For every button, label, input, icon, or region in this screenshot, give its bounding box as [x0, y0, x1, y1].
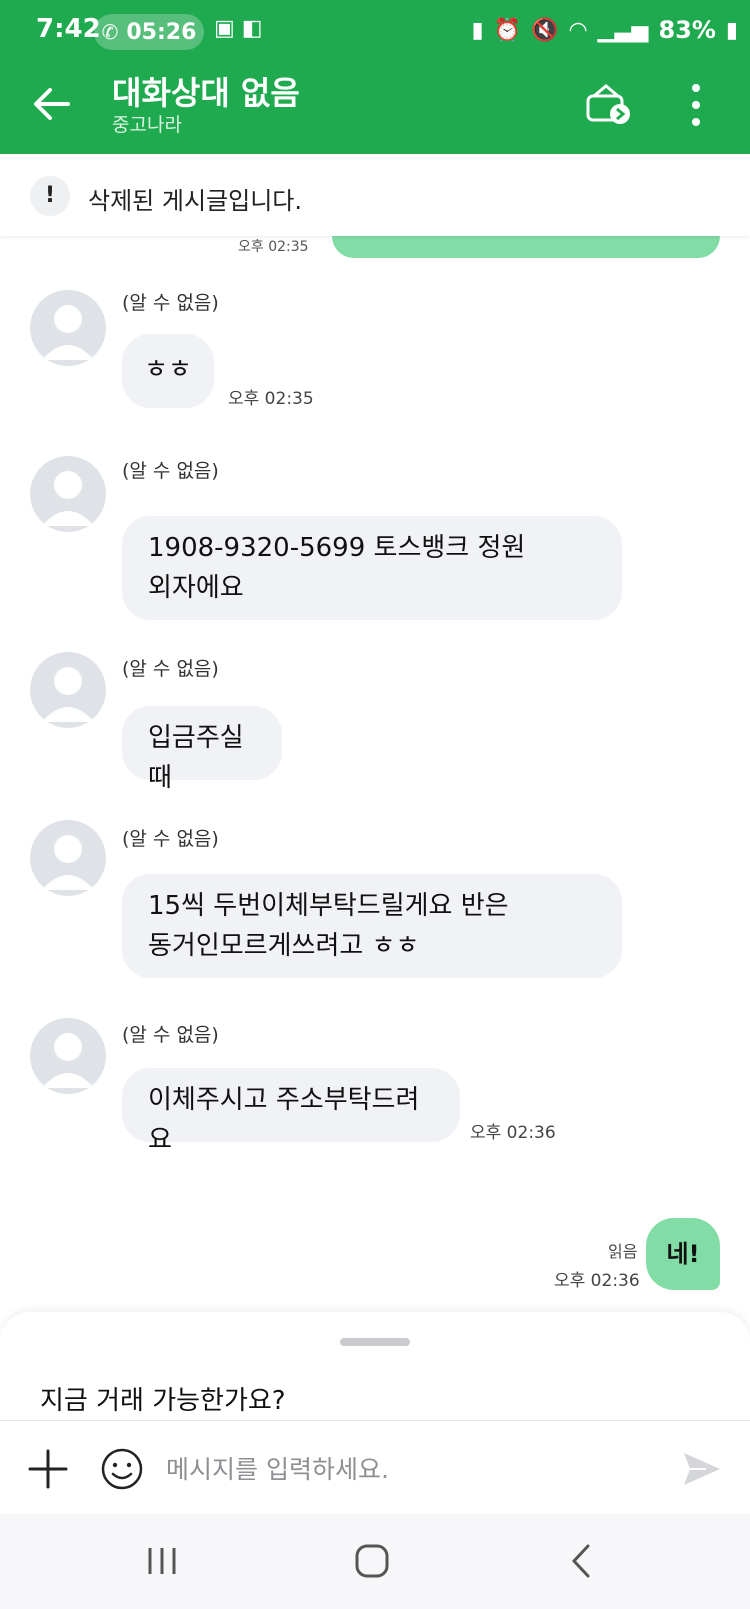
notification-icons: ▣ ◧ [214, 16, 263, 41]
system-icons: ▮ ⏰ 🔇 ◠ ▁▃▅ 83% ▮ [472, 16, 738, 44]
exclamation-icon: ! [30, 176, 70, 216]
smiley-icon [101, 1448, 143, 1490]
message-bubble[interactable]: ㅎㅎ [122, 334, 214, 408]
status-bar: 7:42 ✆ 05:26 ▣ ◧ ▮ ⏰ 🔇 ◠ ▁▃▅ 83% ▮ [0, 0, 750, 64]
wifi-icon: ◠ [568, 17, 588, 43]
recent-apps-button[interactable] [132, 1536, 192, 1586]
send-button[interactable] [680, 1447, 724, 1491]
read-receipt: 읽음 [608, 1242, 638, 1261]
battery-icon: ▮ [725, 17, 738, 43]
deleted-post-notice: ! 삭제된 게시글입니다. [0, 154, 750, 236]
avatar[interactable] [30, 456, 106, 532]
quick-reply-suggestion[interactable]: 지금 거래 가능한가요? [40, 1380, 286, 1417]
plus-icon [28, 1449, 68, 1489]
gallery-icon: ▣ [214, 16, 235, 41]
avatar[interactable] [30, 820, 106, 896]
phone-icon: ✆ [101, 20, 119, 44]
message-time: 오후 02:36 [470, 1123, 556, 1143]
signal-icon: ▁▃▅ [597, 17, 649, 43]
my-message-bubble[interactable]: 네! [646, 1218, 720, 1290]
message-time: 오후 02:35 [238, 239, 309, 255]
recent-apps-icon [148, 1548, 176, 1574]
status-time: 7:42 [36, 14, 101, 44]
my-message-bubble-partial [332, 236, 720, 258]
message-bubble[interactable]: 1908-9320-5699 토스뱅크 정원 외자에요 [122, 516, 622, 620]
send-icon [684, 1453, 720, 1485]
sheet-drag-handle[interactable] [340, 1338, 410, 1346]
app-notification-icon: ◧ [241, 16, 263, 41]
default-user-icon [42, 305, 94, 360]
notice-text: 삭제된 게시글입니다. [88, 187, 302, 215]
call-timer: 05:26 [126, 19, 197, 45]
sender-name: (알 수 없음) [122, 1024, 219, 1046]
sender-name: (알 수 없음) [122, 292, 219, 314]
alarm-icon: ⏰ [493, 17, 522, 43]
message-time: 오후 02:36 [554, 1271, 640, 1291]
default-user-icon [42, 1033, 94, 1088]
wallet-pay-icon [586, 84, 630, 124]
sender-name: (알 수 없음) [122, 460, 219, 482]
chat-title: 대화상대 없음 [112, 74, 300, 112]
chat-header: 대화상대 없음 중고나라 [0, 64, 750, 154]
avatar[interactable] [30, 1018, 106, 1094]
arrow-left-icon [34, 88, 70, 120]
more-options-button[interactable] [684, 80, 708, 130]
back-nav-button[interactable] [552, 1536, 612, 1586]
attach-button[interactable] [26, 1447, 70, 1491]
call-indicator[interactable]: ✆ 05:26 [94, 14, 204, 50]
back-button[interactable] [28, 80, 76, 128]
avatar[interactable] [30, 652, 106, 728]
message-bubble[interactable]: 이체주시고 주소부탁드려요 [122, 1068, 460, 1155]
emoji-button[interactable] [100, 1447, 144, 1491]
home-button[interactable] [342, 1536, 402, 1586]
pay-button[interactable] [584, 82, 634, 128]
message-list[interactable]: 오후 02:35 (알 수 없음) ㅎㅎ 오후 02:35 (알 수 없음) 1… [0, 236, 750, 1296]
quick-reply-sheet: 지금 거래 가능한가요? [0, 1312, 750, 1420]
avatar[interactable] [30, 290, 106, 366]
default-user-icon [42, 471, 94, 526]
more-vertical-icon [692, 84, 700, 126]
mute-icon: 🔇 [531, 17, 559, 43]
sender-name: (알 수 없음) [122, 828, 219, 850]
message-composer [0, 1420, 750, 1515]
message-time: 오후 02:35 [228, 389, 314, 409]
chat-subtitle: 중고나라 [112, 114, 182, 136]
message-input[interactable] [164, 1443, 648, 1495]
battery-level: 83% [658, 16, 716, 44]
message-bubble[interactable]: 15씩 두번이체부탁드릴게요 반은 동거인모르게쓰려고 ㅎㅎ [122, 874, 622, 978]
sender-name: (알 수 없음) [122, 658, 219, 680]
battery-saver-icon: ▮ [471, 17, 484, 43]
chevron-left-icon [571, 1544, 590, 1578]
default-user-icon [42, 667, 94, 722]
system-navigation-bar [0, 1514, 750, 1609]
default-user-icon [42, 835, 94, 890]
home-icon [355, 1544, 389, 1578]
message-bubble[interactable]: 입금주실때 [122, 706, 282, 793]
